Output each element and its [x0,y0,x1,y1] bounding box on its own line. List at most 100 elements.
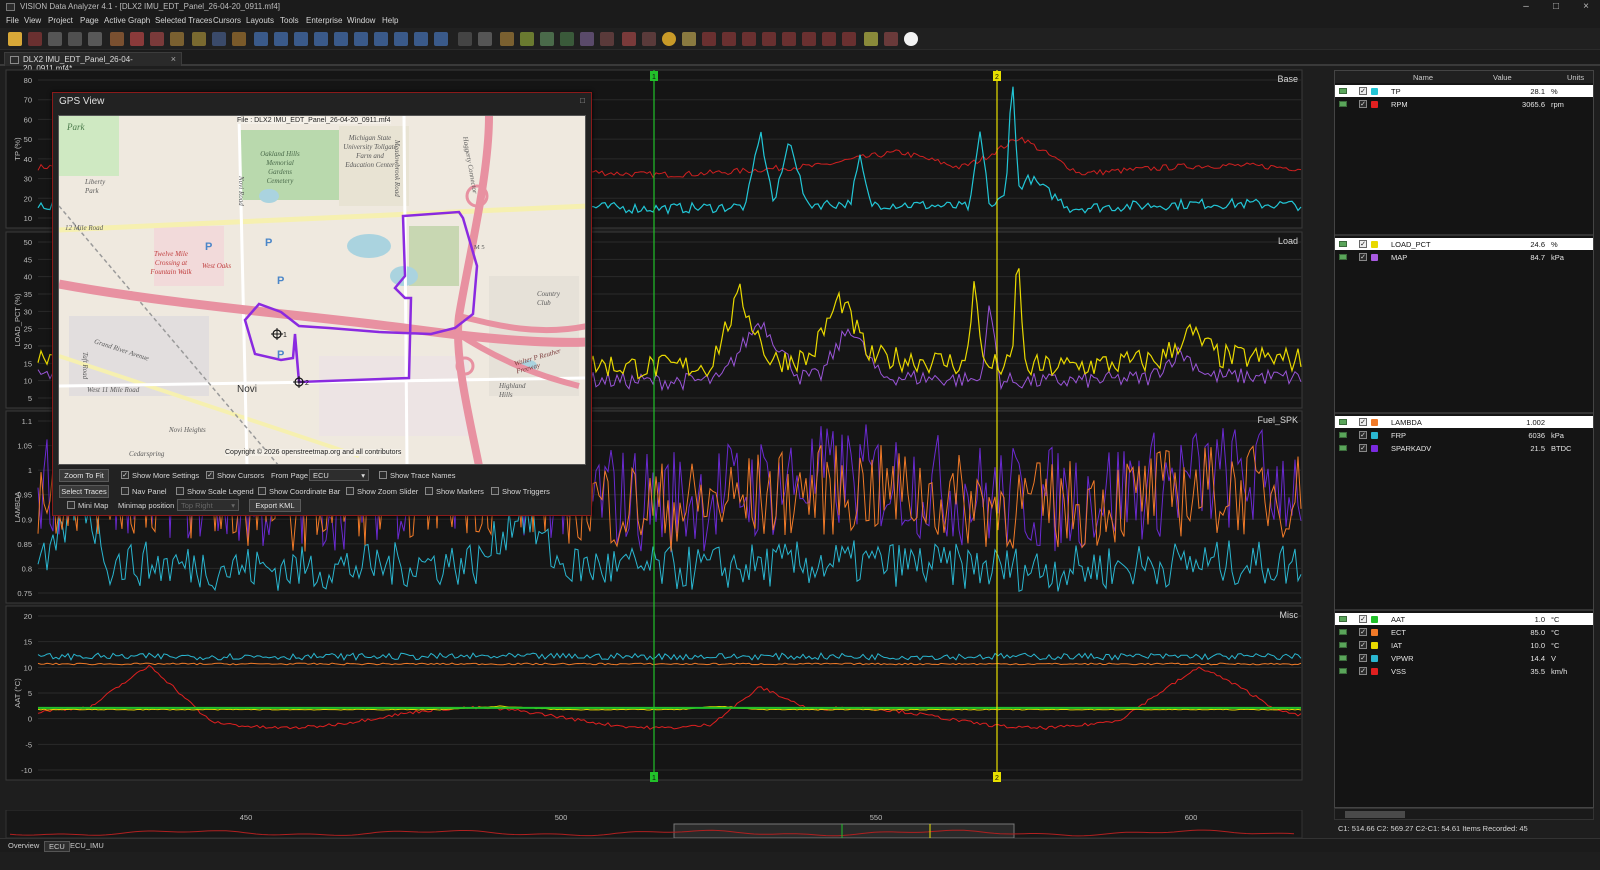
gps-view-window[interactable]: GPS View □ PPPP12 Park Michigan State Un… [52,92,592,516]
trace-checkbox[interactable]: ✓ [1359,431,1367,439]
save-all-icon[interactable] [68,32,82,46]
axis-icon[interactable] [212,32,226,46]
menu-file[interactable]: File [6,16,19,25]
trace-color-swatch[interactable] [1371,432,1378,439]
grid-icon[interactable] [500,32,514,46]
trace-color-swatch[interactable] [1371,629,1378,636]
trace-checkbox[interactable]: ✓ [1359,418,1367,426]
visibility-icon[interactable] [1339,655,1347,661]
trace-checkbox[interactable]: ✓ [1359,100,1367,108]
legend-row[interactable]: ✓ IAT 10.0 °C [1335,639,1593,651]
notes-icon[interactable] [864,32,878,46]
grid-toggle-icon[interactable] [622,32,636,46]
menu-active-graph[interactable]: Active Graph [104,16,150,25]
trace-color-swatch[interactable] [1371,655,1378,662]
play-icon[interactable] [478,32,492,46]
visibility-icon[interactable] [1339,642,1347,648]
scrollbar-thumb[interactable] [1345,811,1405,818]
show-coordinate-bar-checkbox[interactable] [258,487,266,495]
nav-panel-checkbox[interactable] [121,487,129,495]
trace-color-swatch[interactable] [1371,642,1378,649]
show-scale-legend-checkbox[interactable] [176,487,184,495]
show-triggers-checkbox[interactable] [491,487,499,495]
visibility-icon[interactable] [1339,419,1347,425]
play-back-icon[interactable] [458,32,472,46]
zoom-out-icon[interactable] [294,32,308,46]
menu-enterprise[interactable]: Enterprise [306,16,342,25]
save-icon[interactable] [48,32,62,46]
zoom-all-icon[interactable] [434,32,448,46]
tab-close-icon[interactable]: × [171,54,176,64]
trace-color-swatch[interactable] [1371,241,1378,248]
export-icon[interactable] [88,32,102,46]
trace-icon[interactable] [130,32,144,46]
trace-color-swatch[interactable] [1371,254,1378,261]
menu-layouts[interactable]: Layouts [246,16,274,25]
table-icon[interactable] [170,32,184,46]
close-file-icon[interactable] [28,32,42,46]
show-trace-names-checkbox[interactable] [379,471,387,479]
menu-window[interactable]: Window [347,16,375,25]
trace-checkbox[interactable]: ✓ [1359,253,1367,261]
maximize-button[interactable]: □ [1542,1,1570,12]
trace-checkbox[interactable]: ✓ [1359,628,1367,636]
zoom-to-fit-button[interactable]: Zoom To Fit [59,469,109,482]
visibility-icon[interactable] [1339,668,1347,674]
zoom-in-icon[interactable] [274,32,288,46]
gps-view-maximize[interactable]: □ [580,96,585,105]
legend-row[interactable]: ✓ RPM 3065.6 rpm [1335,98,1593,110]
cursor-c-icon[interactable] [742,32,756,46]
select-traces-button[interactable]: Select Traces [59,485,109,498]
visibility-icon[interactable] [1339,432,1347,438]
mini-map-checkbox[interactable] [67,501,75,509]
menu-page[interactable]: Page [80,16,99,25]
trace-color-swatch[interactable] [1371,616,1378,623]
measure-icon[interactable] [642,32,656,46]
export-kml-button[interactable]: Export KML [249,499,301,512]
globe-icon[interactable] [580,32,594,46]
menu-cursors[interactable]: Cursors [213,16,241,25]
align-icon[interactable] [520,32,534,46]
legend-row[interactable]: ✓ LAMBDA 1.002 [1335,416,1593,428]
legend-row[interactable]: ✓ LOAD_PCT 24.6% [1335,238,1593,250]
show-zoom-slider-checkbox[interactable] [346,487,354,495]
show-more-settings-checkbox[interactable]: ✓ [121,471,129,479]
legend-row[interactable]: ✓ TP 28.1% [1335,85,1593,97]
theme-toggle-icon[interactable] [904,32,918,46]
trace-checkbox[interactable]: ✓ [1359,615,1367,623]
math-icon[interactable] [150,32,164,46]
cursor-b-icon[interactable] [722,32,736,46]
cursor-h-icon[interactable] [842,32,856,46]
chart-icon[interactable] [540,32,554,46]
trace-color-swatch[interactable] [1371,88,1378,95]
trace-color-swatch[interactable] [1371,445,1378,452]
legend-row[interactable]: ✓ AAT 1.0 °C [1335,613,1593,625]
cursor-d-icon[interactable] [762,32,776,46]
zoom-prev-icon[interactable] [374,32,388,46]
cursor-f-icon[interactable] [802,32,816,46]
trace-checkbox[interactable]: ✓ [1359,240,1367,248]
legend-row[interactable]: ✓ ECT 85.0 °C [1335,626,1593,638]
legend-row[interactable]: ✓ MAP 84.7 kPa [1335,251,1593,263]
gps-map[interactable]: PPPP12 Park Michigan State University To… [58,115,586,465]
stack-icon[interactable] [192,32,206,46]
minimize-button[interactable]: – [1512,1,1540,12]
from-page-select[interactable]: ECU ▾ [309,469,369,481]
zoom-box-icon[interactable] [354,32,368,46]
legend-row[interactable]: ✓ VSS 35.5 km/h [1335,665,1593,677]
trace-checkbox[interactable]: ✓ [1359,654,1367,662]
menu-view[interactable]: View [24,16,41,25]
trace-color-swatch[interactable] [1371,419,1378,426]
zoom-next-icon[interactable] [394,32,408,46]
legend-row[interactable]: ✓ SPARKADV 21.5 BTDC [1335,442,1593,454]
bars-icon[interactable] [600,32,614,46]
visibility-icon[interactable] [1339,254,1347,260]
menu-selected-traces[interactable]: Selected Traces [155,16,212,25]
gps-icon[interactable] [662,32,676,46]
trace-checkbox[interactable]: ✓ [1359,641,1367,649]
cursor-e-icon[interactable] [782,32,796,46]
layout-icon[interactable] [110,32,124,46]
visibility-icon[interactable] [1339,241,1347,247]
line-chart-icon[interactable] [560,32,574,46]
page-tab-ecu-imu[interactable]: ECU_IMU [66,841,108,850]
